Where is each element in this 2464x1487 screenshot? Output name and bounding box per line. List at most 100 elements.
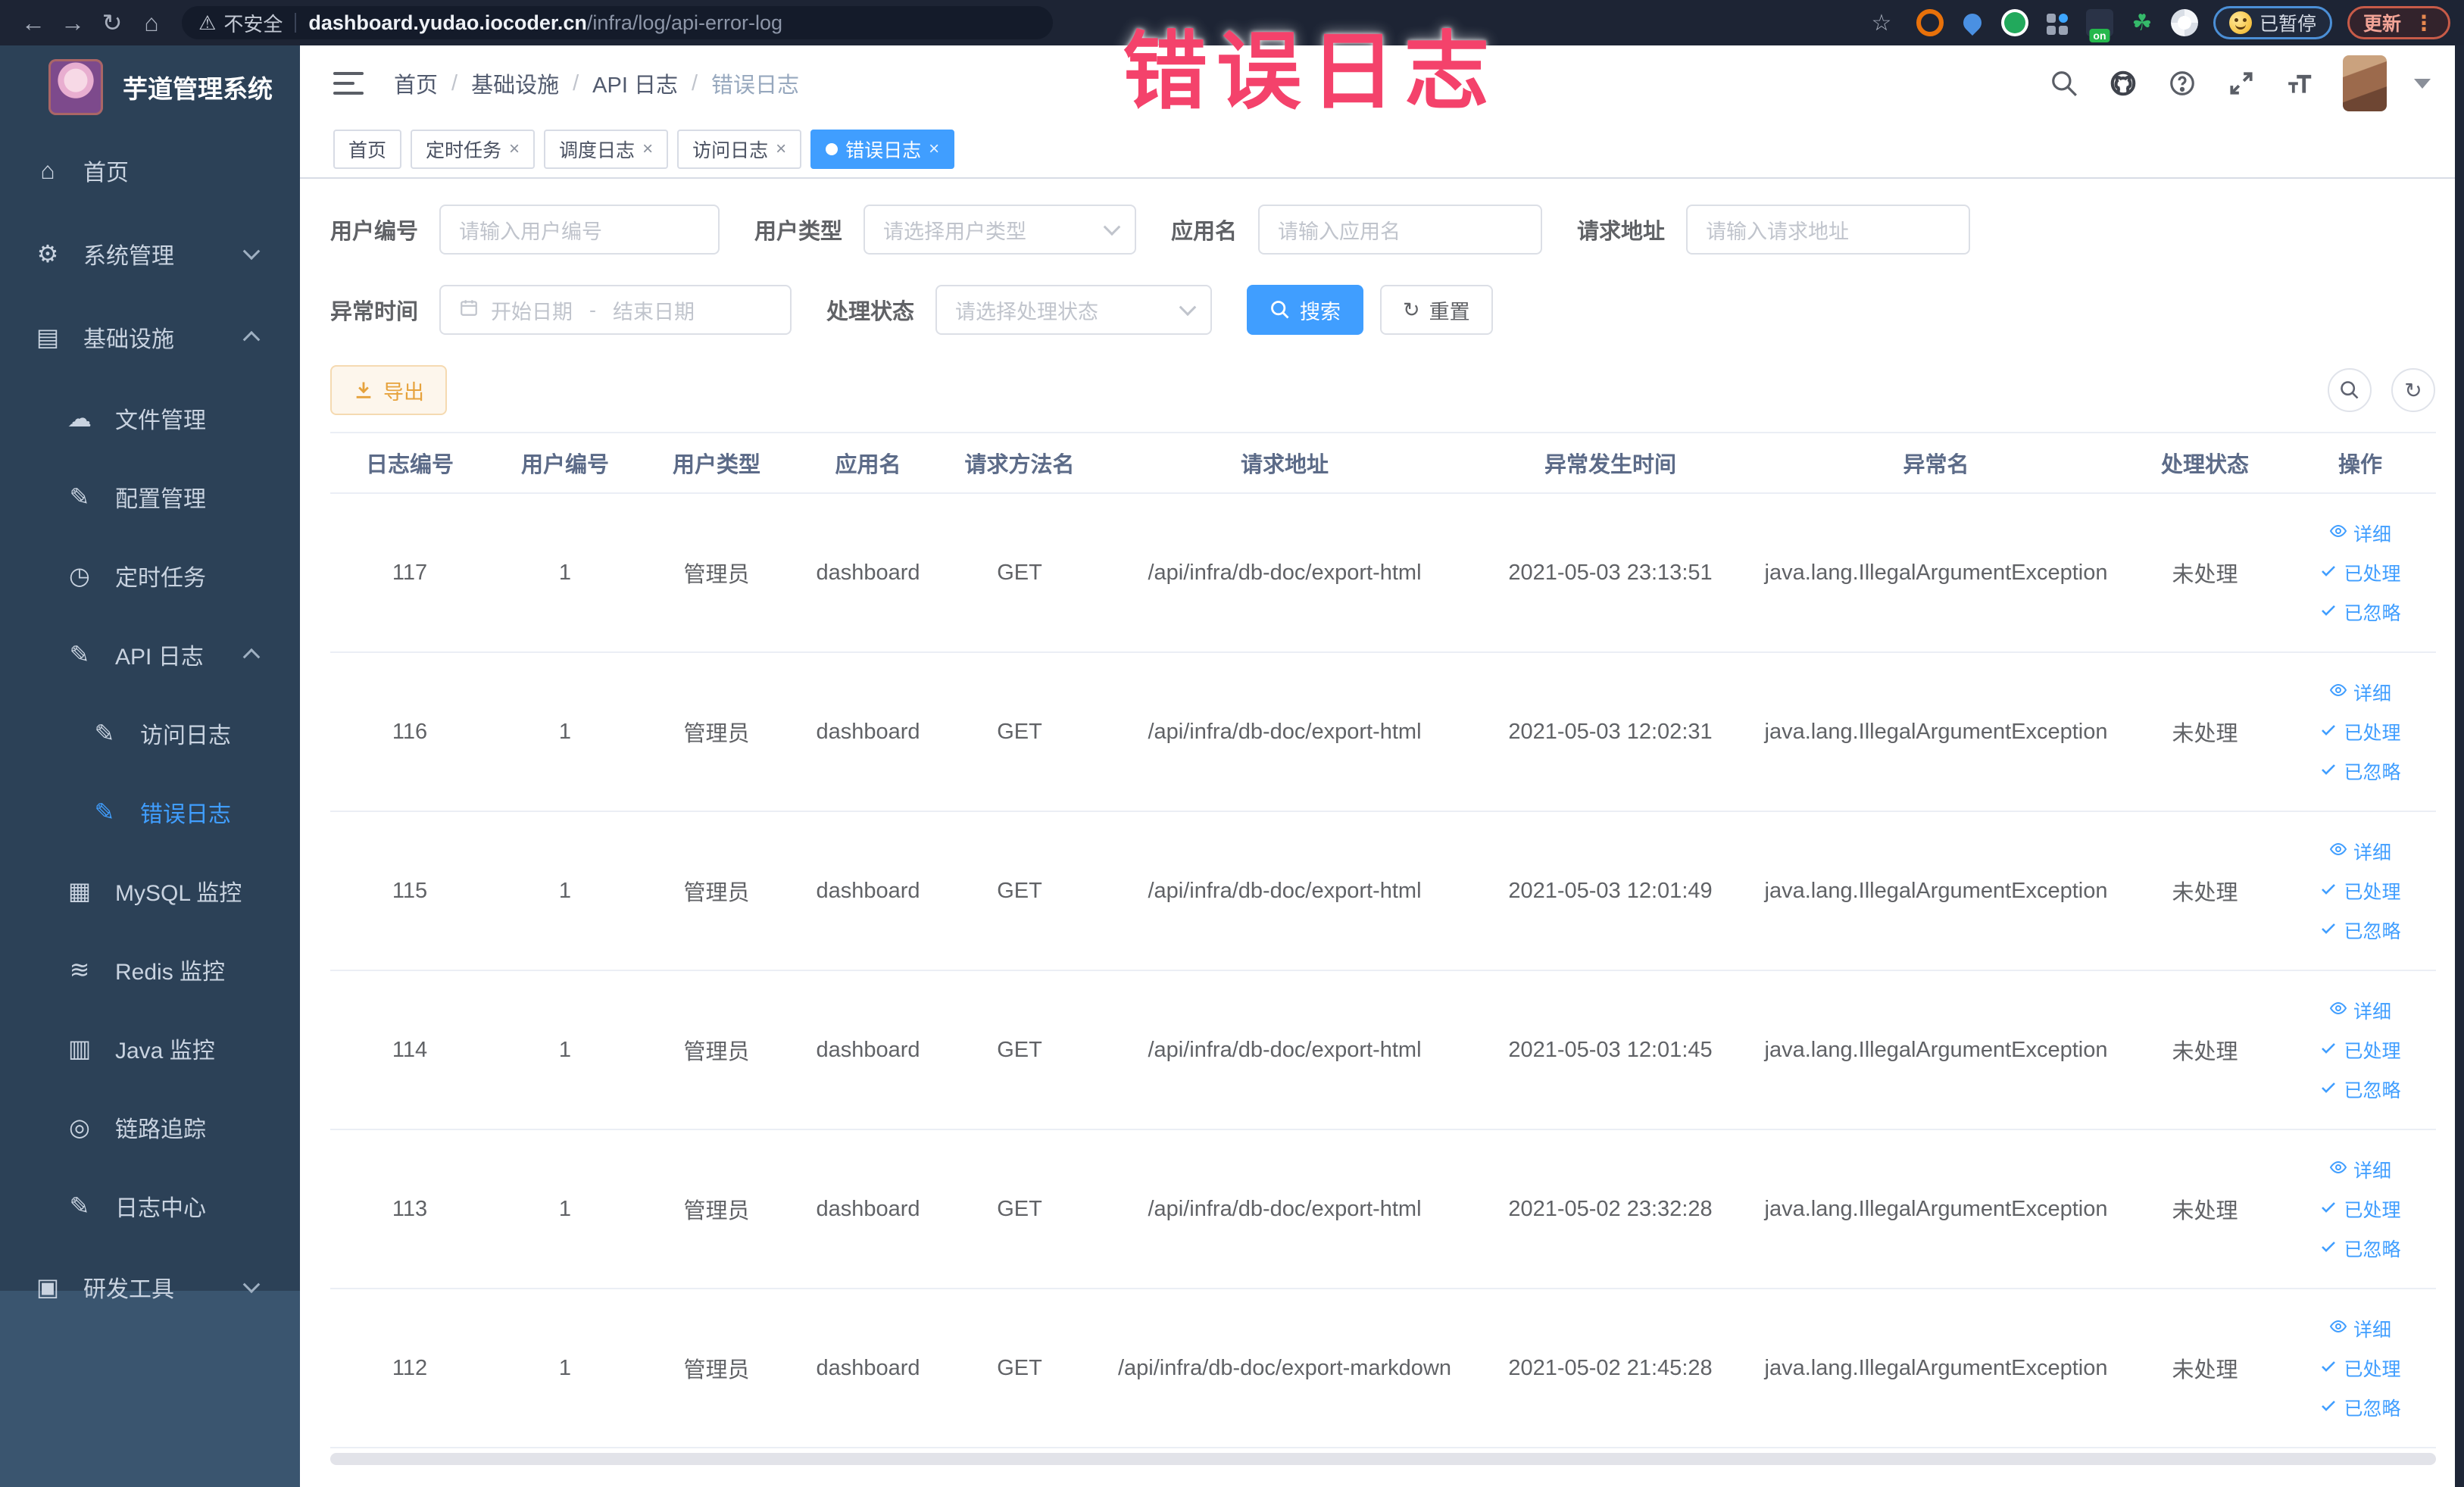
table-toolbar: 导出 ↻	[330, 365, 2435, 415]
close-icon[interactable]: ×	[509, 139, 520, 160]
update-button[interactable]: 更新 ⋮	[2347, 6, 2450, 39]
database-icon: ▦	[67, 877, 92, 904]
extension-location-icon[interactable]	[1959, 9, 1986, 36]
search-button[interactable]: 搜索	[1247, 285, 1364, 335]
hamburger-icon[interactable]	[333, 70, 364, 96]
sidebar-item-1[interactable]: ⚙ 系统管理	[0, 212, 300, 295]
tab-4[interactable]: 错误日志 ×	[810, 130, 955, 169]
fullscreen-icon[interactable]	[2225, 67, 2258, 100]
chevron-down-icon	[242, 242, 261, 261]
toggle-search-button[interactable]	[2328, 368, 2372, 412]
mark-processed-link[interactable]: 已处理	[2292, 553, 2428, 592]
detail-link[interactable]: 详细	[2292, 991, 2428, 1030]
app-name-input[interactable]: 请输入应用名	[1258, 205, 1543, 255]
cell-log_id: 112	[330, 1289, 489, 1448]
extension-leaf-icon[interactable]: ☘	[2128, 9, 2156, 36]
mark-processed-link[interactable]: 已处理	[2292, 1189, 2428, 1229]
forward-icon[interactable]: →	[53, 6, 92, 39]
paused-pill[interactable]: 已暂停	[2213, 6, 2332, 39]
security-label[interactable]: 不安全	[223, 9, 283, 37]
overlay-annotation-title: 错误日志	[1123, 24, 1498, 119]
mark-processed-link[interactable]: 已处理	[2292, 871, 2428, 911]
address-bar[interactable]: ⚠ 不安全 dashboard.yudao.iocoder.cn/infra/l…	[182, 6, 1053, 39]
sidebar-item-7[interactable]: ✎ 访问日志	[0, 694, 300, 773]
mark-ignored-link[interactable]: 已忽略	[2292, 1388, 2428, 1427]
user-id-input[interactable]: 请输入用户编号	[439, 205, 720, 255]
chevron-down-icon[interactable]	[2414, 78, 2431, 89]
extensions-pinwheel-icon[interactable]	[2170, 9, 2198, 36]
export-button[interactable]: 导出	[330, 365, 447, 415]
mark-processed-link[interactable]: 已处理	[2292, 1030, 2428, 1070]
sidebar-item-3[interactable]: ☁ 文件管理	[0, 379, 300, 458]
cell-exception: java.lang.IllegalArgumentException	[1747, 970, 2125, 1130]
home-icon: ⌂	[40, 156, 55, 184]
extension-on-badge-icon[interactable]	[2085, 9, 2113, 36]
mark-processed-link[interactable]: 已处理	[2292, 1348, 2428, 1388]
bookmark-star-icon[interactable]: ☆	[1862, 6, 1901, 39]
sidebar-item-8[interactable]: ✎ 错误日志	[0, 773, 300, 851]
breadcrumb-item-1[interactable]: 基础设施	[471, 67, 559, 99]
date-range-picker[interactable]: 开始日期 - 结束日期	[439, 285, 792, 335]
sidebar-item-2[interactable]: ▤ 基础设施	[0, 295, 300, 379]
help-icon[interactable]	[2166, 67, 2199, 100]
refresh-table-button[interactable]: ↻	[2391, 368, 2435, 412]
back-icon[interactable]: ←	[14, 6, 53, 39]
sidebar-item-5[interactable]: ◷ 定时任务	[0, 536, 300, 615]
detail-link[interactable]: 详细	[2292, 673, 2428, 712]
request-url-input[interactable]: 请输入请求地址	[1686, 205, 1971, 255]
breadcrumb-item-0[interactable]: 首页	[394, 67, 438, 99]
sidebar-item-6[interactable]: ✎ API 日志	[0, 615, 300, 694]
tab-2[interactable]: 调度日志 ×	[544, 130, 669, 169]
home-icon[interactable]: ⌂	[132, 6, 171, 39]
search-icon[interactable]	[2047, 67, 2081, 100]
detail-link[interactable]: 详细	[2292, 1150, 2428, 1189]
cell-url: /api/infra/db-doc/export-html	[1095, 493, 1474, 653]
mark-ignored-link[interactable]: 已忽略	[2292, 1229, 2428, 1268]
extension-orange-icon[interactable]	[1916, 9, 1944, 36]
mark-ignored-link[interactable]: 已忽略	[2292, 751, 2428, 791]
placeholder: 请输入应用名	[1278, 220, 1401, 243]
reset-button[interactable]: ↻ 重置	[1380, 285, 1493, 335]
tab-3[interactable]: 访问日志 ×	[677, 130, 802, 169]
user-type-select[interactable]: 请选择用户类型	[863, 205, 1137, 255]
process-status-select[interactable]: 请选择处理状态	[935, 285, 1213, 335]
tab-0[interactable]: 首页	[333, 130, 402, 169]
browser-menu-dots-icon[interactable]: ⋮	[2413, 11, 2434, 36]
detail-link[interactable]: 详细	[2292, 1309, 2428, 1348]
cell-user_id: 1	[489, 970, 641, 1130]
extension-green-icon[interactable]	[2000, 9, 2028, 36]
url-text[interactable]: dashboard.yudao.iocoder.cn/infra/log/api…	[308, 11, 782, 35]
reload-icon[interactable]: ↻	[92, 6, 132, 39]
sidebar-item-0[interactable]: ⌂ 首页	[0, 129, 300, 212]
detail-link[interactable]: 详细	[2292, 514, 2428, 553]
cell-method: GET	[944, 1129, 1095, 1289]
sidebar-logo-row[interactable]: 芋道管理系统	[0, 45, 300, 129]
cell-method: GET	[944, 652, 1095, 812]
breadcrumb-item-2[interactable]: API 日志	[592, 67, 678, 99]
mark-processed-link[interactable]: 已处理	[2292, 712, 2428, 751]
mark-ignored-link[interactable]: 已忽略	[2292, 911, 2428, 950]
check-icon	[2319, 1039, 2338, 1062]
sidebar-item-10[interactable]: ≋ Redis 监控	[0, 930, 300, 1009]
font-size-icon[interactable]	[2284, 67, 2317, 100]
mark-ignored-link[interactable]: 已忽略	[2292, 1070, 2428, 1109]
sidebar-item-12[interactable]: ◎ 链路追踪	[0, 1088, 300, 1167]
mark-ignored-link[interactable]: 已忽略	[2292, 592, 2428, 632]
sidebar-item-11[interactable]: ▥ Java 监控	[0, 1009, 300, 1088]
sidebar-item-4[interactable]: ✎ 配置管理	[0, 458, 300, 536]
sidebar-item-9[interactable]: ▦ MySQL 监控	[0, 851, 300, 930]
sidebar-item-14[interactable]: ▣ 研发工具	[0, 1245, 300, 1329]
close-icon[interactable]: ×	[642, 139, 653, 160]
user-avatar[interactable]	[2343, 55, 2387, 111]
github-icon[interactable]	[2106, 67, 2140, 100]
close-icon[interactable]: ×	[929, 139, 939, 160]
cell-url: /api/infra/db-doc/export-html	[1095, 1129, 1474, 1289]
extension-grid-icon[interactable]	[2044, 9, 2071, 36]
close-icon[interactable]: ×	[776, 139, 786, 160]
tab-1[interactable]: 定时任务 ×	[411, 130, 536, 169]
browser-right-icons: ☆ ☘ 已暂停 更新 ⋮	[1862, 6, 2450, 39]
user-id-label: 用户编号	[330, 220, 419, 244]
sidebar-item-13[interactable]: ✎ 日志中心	[0, 1167, 300, 1245]
horizontal-scrollbar[interactable]	[330, 1453, 2436, 1465]
detail-link[interactable]: 详细	[2292, 832, 2428, 871]
